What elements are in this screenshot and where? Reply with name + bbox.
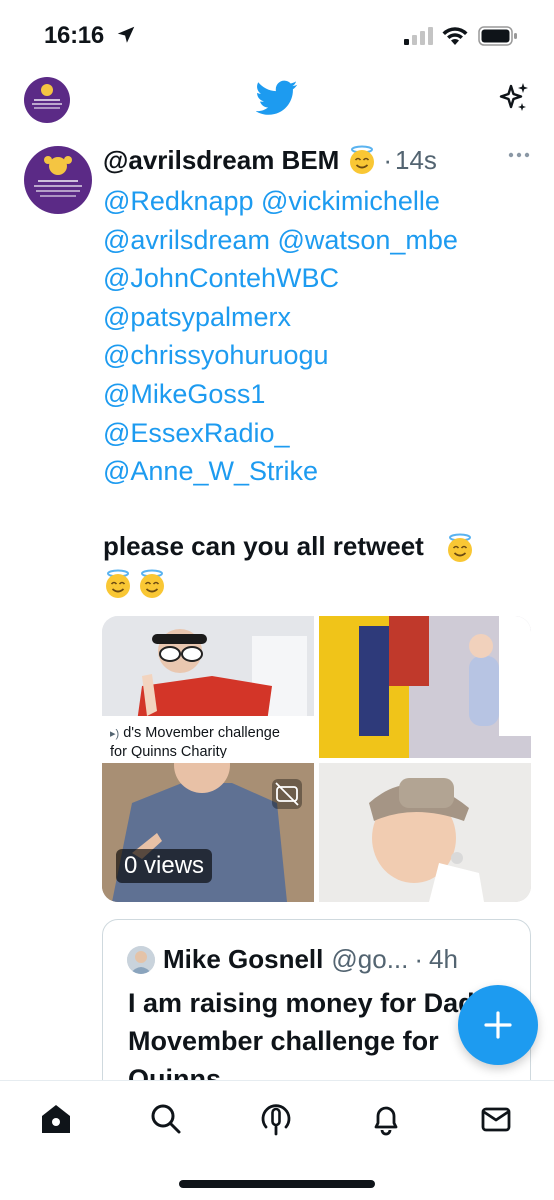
separator-dot: · <box>414 944 424 974</box>
tweet-author-avatar[interactable] <box>24 146 92 214</box>
mail-icon[interactable] <box>478 1101 514 1137</box>
home-indicator[interactable] <box>179 1180 375 1188</box>
media-tile-photo[interactable] <box>319 763 531 902</box>
more-options-icon[interactable] <box>507 150 531 160</box>
mention-line[interactable]: @Redknapp @vickimichelle <box>103 182 458 221</box>
media-tile-photo[interactable] <box>319 616 531 758</box>
mention-line[interactable]: @avrilsdream @watson_mbe <box>103 221 458 260</box>
media-tile-video-link[interactable]: ▸) d's Movember challenge for Quinns Char… <box>102 616 314 758</box>
quoted-author-handle[interactable]: @go... <box>331 944 408 975</box>
wifi-icon <box>442 27 468 45</box>
media-tile-video[interactable]: 0 views <box>102 763 314 902</box>
photo-child-hospital <box>319 616 531 758</box>
smiling-face-with-halo-icon <box>106 569 130 599</box>
smiling-face-with-halo-icon <box>448 533 473 563</box>
smiling-face-with-halo-icon <box>140 569 164 599</box>
avatar-image <box>32 84 62 109</box>
link-card-subtitle: for Quinns Charity <box>110 744 227 758</box>
location-arrow-icon <box>117 26 135 43</box>
avatar-image <box>34 156 82 197</box>
mention-line[interactable]: @EssexRadio_ <box>103 414 458 453</box>
quoted-tweet-timestamp[interactable]: 4h <box>429 944 458 975</box>
link-card-title: ▸) d's Movember challenge <box>110 724 314 743</box>
status-bar: 16:16 <box>0 0 554 72</box>
mention-line[interactable]: @JohnContehWBC <box>103 259 458 298</box>
mention-line[interactable]: @Anne_W_Strike <box>103 452 458 491</box>
twitter-bird-icon[interactable] <box>256 80 298 116</box>
video-link-card[interactable]: ▸) d's Movember challenge for Quinns Char… <box>102 716 314 758</box>
tweet-header: @avrilsdream BEM · 14s <box>103 142 437 178</box>
quoted-author-avatar[interactable] <box>127 945 155 974</box>
tweet-body: please can you all retweet <box>103 528 523 600</box>
captions-off-icon[interactable] <box>272 779 302 809</box>
spaces-icon[interactable] <box>258 1101 294 1137</box>
compose-tweet-button[interactable] <box>458 985 538 1065</box>
bell-icon[interactable] <box>368 1101 404 1137</box>
cellular-signal-icon <box>404 27 433 45</box>
sparkle-icon[interactable] <box>497 80 531 114</box>
tweet-timestamp[interactable]: 14s <box>395 145 437 176</box>
profile-avatar[interactable] <box>24 77 70 123</box>
status-time: 16:16 <box>44 22 104 49</box>
quoted-tweet-header: Mike Gosnell @go... · 4h <box>127 944 458 975</box>
photo-child-in-hat <box>319 763 531 902</box>
tweet-body-text: please can you all retweet <box>103 531 424 561</box>
quoted-author-name[interactable]: Mike Gosnell <box>163 944 323 975</box>
avatar-image <box>127 945 155 974</box>
mention-line[interactable]: @MikeGoss1 <box>103 375 458 414</box>
link-card-title-text: d's Movember challenge <box>123 725 280 741</box>
smiling-face-with-halo-icon <box>350 145 375 174</box>
separator-dot: · <box>383 144 393 175</box>
home-icon[interactable] <box>38 1101 74 1137</box>
plus-icon <box>484 1011 512 1039</box>
battery-icon <box>478 26 517 46</box>
mention-line[interactable]: @patsypalmerx <box>103 298 458 337</box>
search-icon[interactable] <box>148 1101 184 1137</box>
speaker-icon: ▸) <box>110 728 120 740</box>
video-views-badge: 0 views <box>116 849 213 883</box>
tweet-media-grid: ▸) d's Movember challenge for Quinns Char… <box>102 616 531 902</box>
mention-line[interactable]: @chrissyohuruogu <box>103 336 458 375</box>
tweet-mentions: @Redknapp @vickimichelle @avrilsdream @w… <box>103 182 458 491</box>
tweet-author-name[interactable]: @avrilsdream BEM <box>103 145 339 176</box>
